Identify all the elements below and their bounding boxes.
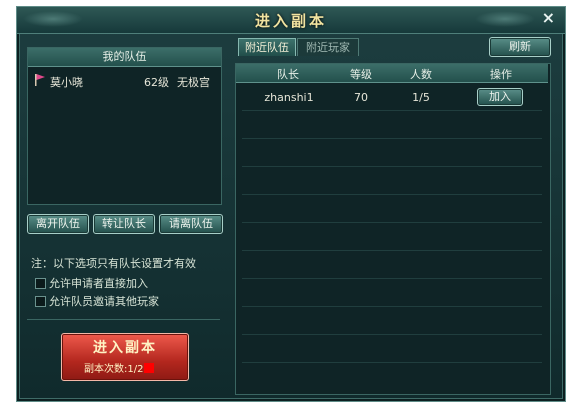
- row-divider: [242, 362, 542, 363]
- row-leader: zhanshi1: [264, 91, 314, 104]
- kick-member-button[interactable]: 请离队伍: [159, 214, 223, 234]
- nearby-teams-table: 队长 等级 人数 操作 zhanshi1 70 1/5 加入: [235, 63, 551, 395]
- my-team-panel: 我的队伍 莫小晓 62级 无极宫: [27, 47, 222, 205]
- table-header: 队长 等级 人数 操作: [236, 64, 548, 83]
- transfer-leader-button[interactable]: 转让队长: [93, 214, 155, 234]
- tab-nearby-teams[interactable]: 附近队伍: [238, 38, 296, 56]
- refresh-button[interactable]: 刷新: [489, 37, 551, 57]
- count-marker: [144, 363, 155, 373]
- allow-join-label: 允许申请者直接加入: [49, 277, 148, 290]
- row-count: 1/5: [412, 91, 430, 104]
- title-bar: 进入副本 ×: [17, 7, 565, 34]
- row-divider: [242, 194, 542, 195]
- member-class: 无极宫: [177, 76, 210, 89]
- row-divider: [242, 110, 542, 111]
- my-team-header: 我的队伍: [28, 48, 221, 67]
- row-divider: [242, 250, 542, 251]
- enter-instance-window: 进入副本 × 我的队伍 莫小晓 62级 无极宫 离开队伍 转让队长 请离队伍 注…: [16, 6, 566, 402]
- row-divider: [242, 138, 542, 139]
- enter-instance-button[interactable]: 进入副本 副本次数:1/2: [61, 333, 189, 381]
- allow-invite-label: 允许队员邀请其他玩家: [49, 295, 159, 308]
- team-member-row[interactable]: 莫小晓 62级 无极宫: [32, 72, 217, 90]
- instance-count-value: 1/2: [127, 364, 144, 375]
- leave-team-button[interactable]: 离开队伍: [27, 214, 89, 234]
- close-icon[interactable]: ×: [542, 8, 555, 27]
- row-divider: [242, 166, 542, 167]
- window-title: 进入副本: [254, 12, 327, 30]
- instance-count: 副本次数:1/2: [84, 360, 155, 375]
- col-level: 等级: [350, 68, 372, 81]
- row-divider: [242, 222, 542, 223]
- member-name: 莫小晓: [50, 76, 83, 89]
- member-level: 62级: [144, 76, 169, 89]
- allow-join-checkbox[interactable]: [35, 278, 46, 289]
- col-action: 操作: [490, 68, 512, 81]
- row-divider: [242, 306, 542, 307]
- enter-instance-label: 进入副本: [93, 340, 157, 356]
- divider: [27, 319, 220, 320]
- leader-flag-icon: [34, 74, 46, 89]
- tab-nearby-players[interactable]: 附近玩家: [297, 38, 359, 56]
- instance-count-label: 副本次数:: [84, 364, 128, 375]
- join-button[interactable]: 加入: [477, 88, 523, 106]
- col-count: 人数: [410, 68, 432, 81]
- allow-invite-checkbox[interactable]: [35, 296, 46, 307]
- row-divider: [242, 334, 542, 335]
- col-leader: 队长: [277, 68, 299, 81]
- options-note: 注：以下选项只有队长设置才有效: [31, 257, 196, 270]
- row-divider: [242, 278, 542, 279]
- row-level: 70: [354, 91, 368, 104]
